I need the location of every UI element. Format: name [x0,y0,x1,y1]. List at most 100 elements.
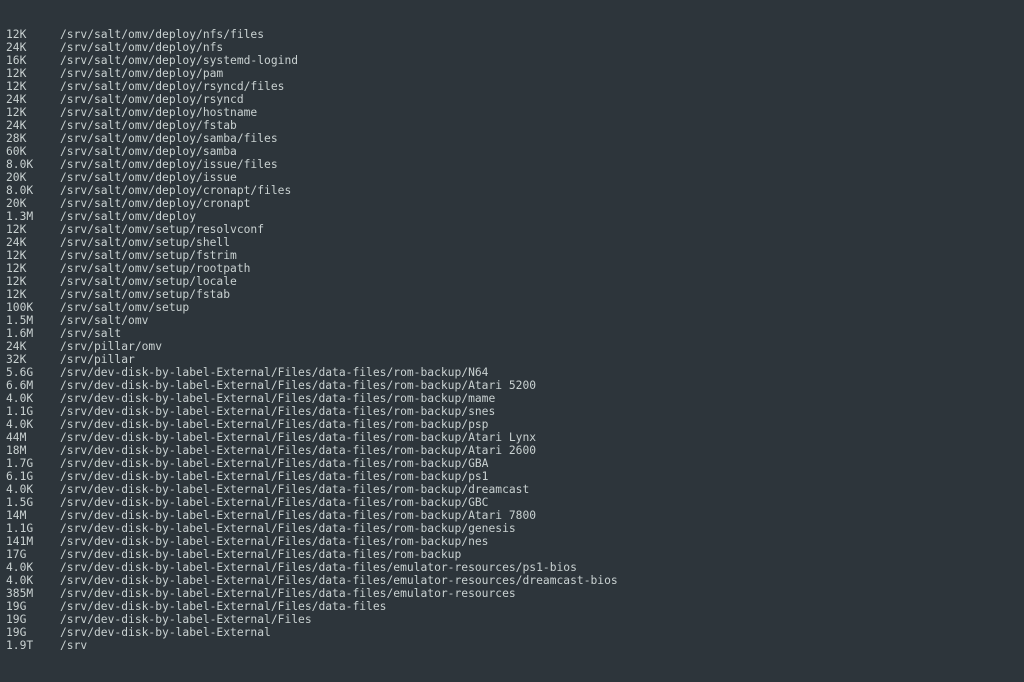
du-output-row: 4.0K/srv/dev-disk-by-label-External/File… [6,561,1018,574]
du-output-row: 17G/srv/dev-disk-by-label-External/Files… [6,548,1018,561]
disk-size: 24K [6,119,46,132]
file-path: /srv/salt/omv/deploy/issue/files [46,158,278,171]
disk-size: 1.1G [6,522,46,535]
disk-size: 44M [6,431,46,444]
file-path: /srv/salt/omv/setup [46,301,189,314]
du-output-row: 12K/srv/salt/omv/setup/fstab [6,288,1018,301]
du-output-row: 19G/srv/dev-disk-by-label-External/Files [6,613,1018,626]
file-path: /srv/dev-disk-by-label-External/Files/da… [46,392,495,405]
file-path: /srv/salt/omv/deploy [46,210,196,223]
du-output-row: 12K/srv/salt/omv/setup/fstrim [6,249,1018,262]
disk-size: 4.0K [6,418,46,431]
du-output-row: 8.0K/srv/salt/omv/deploy/issue/files [6,158,1018,171]
file-path: /srv/salt/omv/deploy/fstab [46,119,237,132]
terminal-output[interactable]: 12K/srv/salt/omv/deploy/nfs/files24K/srv… [0,0,1024,682]
disk-size: 12K [6,262,46,275]
du-output-row: 19G/srv/dev-disk-by-label-External/Files… [6,600,1018,613]
disk-size: 17G [6,548,46,561]
du-output-row: 24K/srv/salt/omv/setup/shell [6,236,1018,249]
file-path: /srv/pillar [46,353,135,366]
disk-size: 5.6G [6,366,46,379]
disk-size: 28K [6,132,46,145]
file-path: /srv/dev-disk-by-label-External/Files/da… [46,379,536,392]
file-path: /srv/salt/omv/setup/shell [46,236,230,249]
disk-size: 1.5G [6,496,46,509]
file-path: /srv/dev-disk-by-label-External/Files/da… [46,574,618,587]
du-output-row: 19G/srv/dev-disk-by-label-External [6,626,1018,639]
file-path: /srv/salt/omv/deploy/nfs/files [46,28,264,41]
disk-size: 24K [6,236,46,249]
file-path: /srv/salt/omv/setup/fstab [46,288,230,301]
du-output-row: 100K/srv/salt/omv/setup [6,301,1018,314]
du-output-row: 20K/srv/salt/omv/deploy/issue [6,171,1018,184]
file-path: /srv/salt/omv [46,314,148,327]
disk-size: 1.3M [6,210,46,223]
disk-size: 19G [6,626,46,639]
file-path: /srv/dev-disk-by-label-External/Files/da… [46,496,488,509]
file-path: /srv/dev-disk-by-label-External/Files/da… [46,366,488,379]
disk-size: 6.6M [6,379,46,392]
disk-size: 12K [6,106,46,119]
file-path: /srv/salt/omv/deploy/rsyncd/files [46,80,284,93]
disk-size: 12K [6,249,46,262]
disk-size: 4.0K [6,574,46,587]
du-output-row: 60K/srv/salt/omv/deploy/samba [6,145,1018,158]
disk-size: 100K [6,301,46,314]
disk-size: 60K [6,145,46,158]
disk-size: 20K [6,171,46,184]
disk-size: 141M [6,535,46,548]
file-path: /srv/dev-disk-by-label-External/Files/da… [46,483,529,496]
file-path: /srv/salt/omv/deploy/issue [46,171,237,184]
file-path: /srv/salt/omv/deploy/systemd-logind [46,54,298,67]
file-path: /srv/dev-disk-by-label-External/Files/da… [46,444,536,457]
file-path: /srv/salt/omv/deploy/nfs [46,41,223,54]
disk-size: 1.1G [6,405,46,418]
du-output-row: 20K/srv/salt/omv/deploy/cronapt [6,197,1018,210]
file-path: /srv/salt/omv/deploy/samba [46,145,237,158]
file-path: /srv/dev-disk-by-label-External/Files/da… [46,522,516,535]
disk-size: 6.1G [6,470,46,483]
disk-size: 16K [6,54,46,67]
disk-size: 32K [6,353,46,366]
du-output-row: 1.1G/srv/dev-disk-by-label-External/File… [6,405,1018,418]
file-path: /srv/salt/omv/setup/rootpath [46,262,250,275]
file-path: /srv/salt/omv/deploy/rsyncd [46,93,244,106]
du-output-row: 1.3M/srv/salt/omv/deploy [6,210,1018,223]
file-path: /srv/dev-disk-by-label-External/Files/da… [46,600,386,613]
du-output-row: 24K/srv/salt/omv/deploy/rsyncd [6,93,1018,106]
disk-size: 8.0K [6,158,46,171]
disk-size: 8.0K [6,184,46,197]
file-path: /srv/dev-disk-by-label-External/Files/da… [46,418,488,431]
du-output-row: 1.1G/srv/dev-disk-by-label-External/File… [6,522,1018,535]
du-output-row: 1.6M/srv/salt [6,327,1018,340]
du-output-row: 18M/srv/dev-disk-by-label-External/Files… [6,444,1018,457]
disk-size: 12K [6,67,46,80]
file-path: /srv/dev-disk-by-label-External/Files/da… [46,561,577,574]
file-path: /srv/pillar/omv [46,340,162,353]
file-path: /srv/salt/omv/setup/locale [46,275,237,288]
disk-size: 4.0K [6,392,46,405]
file-path: /srv/salt/omv/deploy/samba/files [46,132,278,145]
du-output-row: 12K/srv/salt/omv/deploy/hostname [6,106,1018,119]
file-path: /srv/salt/omv/deploy/hostname [46,106,257,119]
du-output-row: 1.5M/srv/salt/omv [6,314,1018,327]
disk-size: 1.6M [6,327,46,340]
file-path: /srv/dev-disk-by-label-External/Files/da… [46,535,488,548]
du-output-row: 44M/srv/dev-disk-by-label-External/Files… [6,431,1018,444]
du-output-row: 24K/srv/pillar/omv [6,340,1018,353]
disk-size: 24K [6,41,46,54]
file-path: /srv/dev-disk-by-label-External/Files/da… [46,431,536,444]
file-path: /srv/salt/omv/deploy/pam [46,67,223,80]
disk-size: 12K [6,80,46,93]
du-output-row: 28K/srv/salt/omv/deploy/samba/files [6,132,1018,145]
disk-size: 20K [6,197,46,210]
du-output-row: 4.0K/srv/dev-disk-by-label-External/File… [6,574,1018,587]
disk-size: 24K [6,340,46,353]
file-path: /srv/dev-disk-by-label-External/Files/da… [46,587,516,600]
du-output-row: 32K/srv/pillar [6,353,1018,366]
disk-size: 14M [6,509,46,522]
du-output-row: 12K/srv/salt/omv/setup/locale [6,275,1018,288]
disk-size: 12K [6,223,46,236]
file-path: /srv/dev-disk-by-label-External/Files [46,613,312,626]
file-path: /srv/dev-disk-by-label-External/Files/da… [46,457,488,470]
